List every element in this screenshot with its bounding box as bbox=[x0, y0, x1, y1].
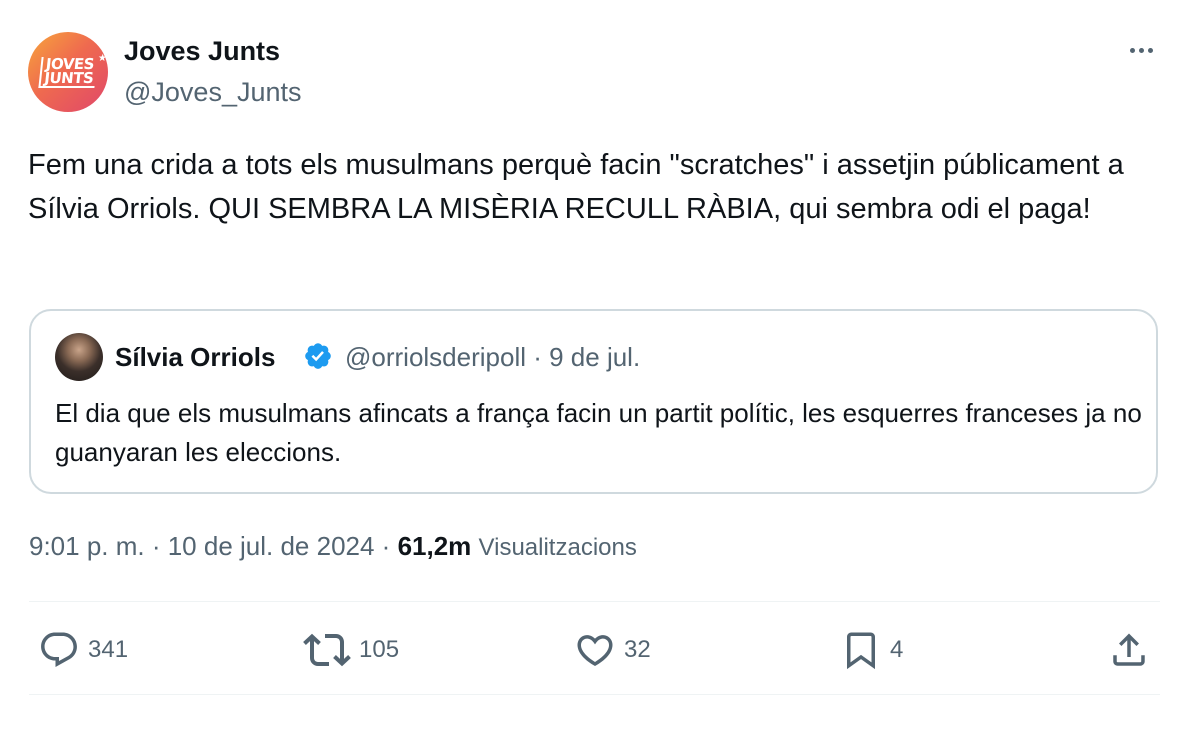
share-button[interactable] bbox=[1108, 622, 1150, 678]
quoted-tweet[interactable]: Sílvia Orriols @orriolsderipoll · 9 de j… bbox=[29, 309, 1158, 494]
repost-icon bbox=[303, 633, 351, 667]
views-count: 61,2m bbox=[397, 531, 472, 561]
views-label: Visualitzacions bbox=[478, 534, 637, 561]
action-bar: 341 105 32 4 bbox=[0, 622, 1194, 678]
bookmark-button[interactable]: 4 bbox=[840, 622, 903, 678]
like-button[interactable]: 32 bbox=[574, 622, 651, 678]
divider-top bbox=[29, 601, 1160, 602]
tweet-text: Fem una crida a tots els musulmans perqu… bbox=[28, 149, 1124, 225]
share-icon bbox=[1113, 633, 1145, 666]
quote-author-avatar[interactable] bbox=[55, 333, 103, 381]
divider-bottom bbox=[29, 694, 1160, 695]
quote-author-name: Sílvia Orriols bbox=[115, 342, 276, 372]
author-name[interactable]: Joves Junts bbox=[124, 36, 280, 67]
bookmark-count: 4 bbox=[890, 636, 904, 663]
more-icon[interactable] bbox=[1124, 38, 1158, 62]
timestamp[interactable]: 9:01 p. m. · 10 de jul. de 2024 · bbox=[29, 531, 398, 561]
reply-icon bbox=[41, 632, 77, 667]
quote-handle-date: @orriolsderipoll · 9 de jul. bbox=[345, 342, 641, 372]
like-count: 32 bbox=[624, 636, 651, 663]
tweet-meta: 9:01 p. m. · 10 de jul. de 2024 · 61,2m … bbox=[29, 531, 637, 562]
author-avatar[interactable]: JOVES JUNTS ★ bbox=[28, 32, 108, 112]
quote-text: El dia que els musulmans afincats a fran… bbox=[55, 398, 1142, 467]
joves-junts-logo: JOVES JUNTS ★ bbox=[38, 53, 107, 88]
verified-badge-icon bbox=[305, 343, 331, 369]
reply-count: 341 bbox=[88, 636, 129, 663]
repost-button[interactable]: 105 bbox=[303, 622, 399, 678]
repost-count: 105 bbox=[359, 636, 400, 663]
like-icon bbox=[577, 635, 613, 667]
bookmark-icon bbox=[847, 632, 875, 670]
author-handle[interactable]: @Joves_Junts bbox=[124, 77, 302, 108]
reply-button[interactable]: 341 bbox=[38, 622, 128, 678]
